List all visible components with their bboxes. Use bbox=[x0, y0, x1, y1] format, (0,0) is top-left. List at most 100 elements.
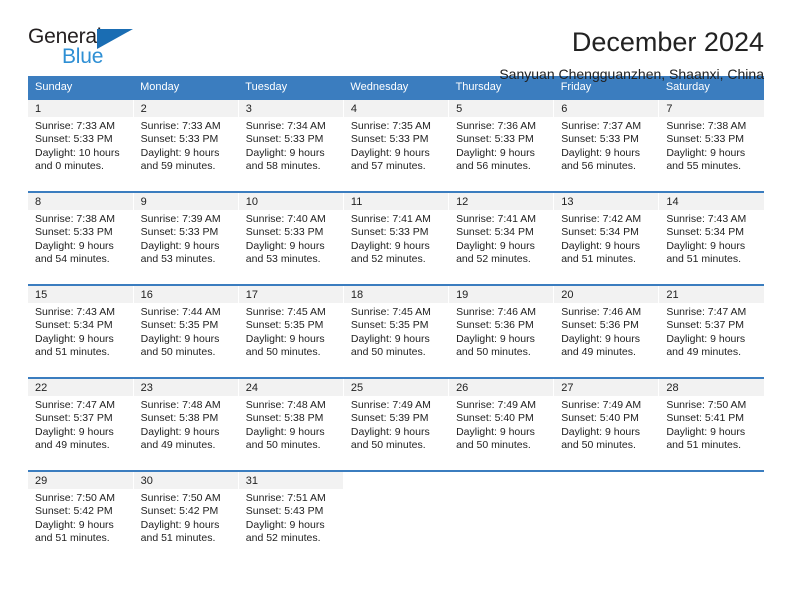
daylight-duration-line1: Daylight: 9 hours bbox=[561, 239, 640, 252]
sunset-time: Sunset: 5:39 PM bbox=[350, 412, 429, 425]
calendar-day-cell[interactable]: 12 Sunrise: 7:41 AM Sunset: 5:34 PM Dayligh… bbox=[448, 191, 555, 285]
calendar-day-cell[interactable]: 7 Sunrise: 7:38 AM Sunset: 5:33 PM Daylight… bbox=[658, 98, 764, 192]
calendar-day-cell[interactable]: 1 Sunrise: 7:33 AM Sunset: 5:33 PM Daylight… bbox=[28, 98, 134, 192]
sunrise-time: Sunrise: 7:43 AM bbox=[666, 213, 747, 225]
day-details: Sunrise: 7:46 AM Sunset: 5:36 PM Daylight:… bbox=[449, 303, 553, 360]
calendar-day-cell[interactable]: 31 Sunrise: 7:51 AM Sunset: 5:43 PM Dayligh… bbox=[238, 470, 344, 563]
sunrise-time: Sunrise: 7:36 AM bbox=[456, 120, 537, 132]
daylight-duration-line1: Daylight: 9 hours bbox=[561, 425, 640, 438]
daylight-duration-line2: and 51 minutes. bbox=[666, 439, 742, 452]
calendar-day-cell[interactable]: 14 Sunrise: 7:43 AM Sunset: 5:34 PM Dayligh… bbox=[658, 191, 764, 285]
day-details: Sunrise: 7:41 AM Sunset: 5:34 PM Daylight:… bbox=[449, 210, 553, 267]
daylight-duration-line1: Daylight: 9 hours bbox=[456, 146, 535, 159]
sunrise-time: Sunrise: 7:46 AM bbox=[456, 306, 537, 318]
calendar-day-cell[interactable]: 23 Sunrise: 7:48 AM Sunset: 5:38 PM Dayligh… bbox=[133, 377, 239, 471]
calendar-day-cell[interactable]: 21 Sunrise: 7:47 AM Sunset: 5:37 PM Dayligh… bbox=[658, 284, 764, 378]
calendar-day-cell[interactable]: 11 Sunrise: 7:41 AM Sunset: 5:33 PM Dayligh… bbox=[343, 191, 450, 285]
daylight-duration-line1: Daylight: 9 hours bbox=[666, 239, 746, 252]
calendar-day-cell[interactable]: 19 Sunrise: 7:46 AM Sunset: 5:36 PM Dayligh… bbox=[448, 284, 555, 378]
sunset-time: Sunset: 5:42 PM bbox=[140, 505, 219, 518]
sunset-time: Sunset: 5:34 PM bbox=[561, 226, 639, 239]
calendar-day-cell[interactable]: 30 Sunrise: 7:50 AM Sunset: 5:42 PM Dayligh… bbox=[133, 470, 239, 563]
day-number: 24 bbox=[238, 379, 343, 396]
daylight-duration-line2: and 49 minutes. bbox=[140, 439, 216, 452]
calendar-day-cell[interactable]: 6 Sunrise: 7:37 AM Sunset: 5:33 PM Daylight… bbox=[553, 98, 660, 192]
calendar-week-row: 15 Sunrise: 7:43 AM Sunset: 5:34 PM Dayligh… bbox=[28, 284, 764, 378]
day-details: Sunrise: 7:36 AM Sunset: 5:33 PM Daylight:… bbox=[449, 117, 553, 174]
sunset-time: Sunset: 5:35 PM bbox=[140, 319, 219, 332]
day-details: Sunrise: 7:42 AM Sunset: 5:34 PM Daylight:… bbox=[554, 210, 658, 267]
daylight-duration-line1: Daylight: 9 hours bbox=[245, 239, 325, 252]
day-details: Sunrise: 7:46 AM Sunset: 5:36 PM Daylight:… bbox=[554, 303, 658, 360]
calendar-day-cell[interactable]: 25 Sunrise: 7:49 AM Sunset: 5:39 PM Dayligh… bbox=[343, 377, 450, 471]
day-number: 26 bbox=[449, 379, 554, 396]
calendar-day-cell[interactable]: 2 Sunrise: 7:33 AM Sunset: 5:33 PM Daylight… bbox=[133, 98, 239, 192]
sunset-time: Sunset: 5:33 PM bbox=[35, 226, 113, 239]
day-number: 5 bbox=[449, 100, 554, 117]
day-details bbox=[659, 489, 764, 492]
calendar-cell-empty bbox=[658, 470, 764, 563]
day-details: Sunrise: 7:33 AM Sunset: 5:33 PM Daylight:… bbox=[28, 117, 133, 174]
calendar-day-cell[interactable]: 18 Sunrise: 7:45 AM Sunset: 5:35 PM Dayligh… bbox=[343, 284, 450, 378]
calendar-day-cell[interactable]: 27 Sunrise: 7:49 AM Sunset: 5:40 PM Dayligh… bbox=[553, 377, 660, 471]
daylight-duration-line1: Daylight: 9 hours bbox=[35, 332, 114, 345]
day-details: Sunrise: 7:50 AM Sunset: 5:42 PM Daylight:… bbox=[134, 489, 238, 546]
day-number: 13 bbox=[554, 193, 659, 210]
daylight-duration-line1: Daylight: 9 hours bbox=[666, 146, 746, 159]
calendar-day-cell[interactable]: 5 Sunrise: 7:36 AM Sunset: 5:33 PM Daylight… bbox=[448, 98, 555, 192]
daylight-duration-line1: Daylight: 9 hours bbox=[140, 146, 220, 159]
day-number: 7 bbox=[659, 100, 764, 117]
sunset-time: Sunset: 5:33 PM bbox=[245, 226, 324, 239]
sunset-time: Sunset: 5:43 PM bbox=[245, 505, 324, 518]
daylight-duration-line2: and 56 minutes. bbox=[561, 160, 636, 173]
day-number bbox=[449, 472, 553, 489]
calendar-day-cell[interactable]: 17 Sunrise: 7:45 AM Sunset: 5:35 PM Dayligh… bbox=[238, 284, 344, 378]
sunset-time: Sunset: 5:36 PM bbox=[456, 319, 534, 332]
calendar-day-cell[interactable]: 10 Sunrise: 7:40 AM Sunset: 5:33 PM Dayligh… bbox=[238, 191, 344, 285]
calendar-day-cell[interactable]: 28 Sunrise: 7:50 AM Sunset: 5:41 PM Dayligh… bbox=[658, 377, 764, 471]
calendar-page: General Blue December 2024 Sanyuan Cheng… bbox=[0, 0, 792, 612]
day-details: Sunrise: 7:45 AM Sunset: 5:35 PM Daylight:… bbox=[239, 303, 343, 360]
sunrise-sunset-calendar: Sunday Monday Tuesday Wednesday Thursday… bbox=[28, 76, 764, 563]
calendar-day-cell[interactable]: 20 Sunrise: 7:46 AM Sunset: 5:36 PM Dayligh… bbox=[553, 284, 660, 378]
calendar-day-cell[interactable]: 16 Sunrise: 7:44 AM Sunset: 5:35 PM Dayligh… bbox=[133, 284, 239, 378]
day-number: 6 bbox=[554, 100, 659, 117]
calendar-day-cell[interactable]: 29 Sunrise: 7:50 AM Sunset: 5:42 PM Dayligh… bbox=[28, 470, 134, 563]
day-details: Sunrise: 7:47 AM Sunset: 5:37 PM Daylight:… bbox=[28, 396, 133, 453]
sunset-time: Sunset: 5:34 PM bbox=[666, 226, 744, 239]
day-details: Sunrise: 7:35 AM Sunset: 5:33 PM Daylight:… bbox=[344, 117, 448, 174]
day-details: Sunrise: 7:39 AM Sunset: 5:33 PM Daylight:… bbox=[134, 210, 238, 267]
day-details: Sunrise: 7:33 AM Sunset: 5:33 PM Daylight:… bbox=[134, 117, 238, 174]
daylight-duration-line2: and 52 minutes. bbox=[456, 253, 531, 266]
calendar-day-cell[interactable]: 4 Sunrise: 7:35 AM Sunset: 5:33 PM Daylight… bbox=[343, 98, 450, 192]
daylight-duration-line1: Daylight: 9 hours bbox=[245, 332, 325, 345]
day-number: 29 bbox=[28, 472, 133, 489]
daylight-duration-line1: Daylight: 9 hours bbox=[456, 425, 535, 438]
calendar-day-cell[interactable]: 26 Sunrise: 7:49 AM Sunset: 5:40 PM Dayligh… bbox=[448, 377, 555, 471]
sunrise-time: Sunrise: 7:40 AM bbox=[245, 213, 326, 225]
day-number bbox=[554, 472, 658, 489]
sunset-time: Sunset: 5:41 PM bbox=[666, 412, 744, 425]
calendar-day-cell[interactable]: 8 Sunrise: 7:38 AM Sunset: 5:33 PM Daylight… bbox=[28, 191, 134, 285]
sunset-time: Sunset: 5:35 PM bbox=[245, 319, 324, 332]
daylight-duration-line1: Daylight: 9 hours bbox=[456, 332, 535, 345]
logo-text-blue: Blue bbox=[62, 45, 104, 68]
calendar-day-cell[interactable]: 9 Sunrise: 7:39 AM Sunset: 5:33 PM Daylight… bbox=[133, 191, 239, 285]
calendar-week-row: 8 Sunrise: 7:38 AM Sunset: 5:33 PM Daylight… bbox=[28, 191, 764, 285]
day-number bbox=[659, 472, 764, 489]
daylight-duration-line2: and 59 minutes. bbox=[140, 160, 216, 173]
day-details: Sunrise: 7:43 AM Sunset: 5:34 PM Daylight:… bbox=[28, 303, 133, 360]
calendar-day-cell[interactable]: 3 Sunrise: 7:34 AM Sunset: 5:33 PM Daylight… bbox=[238, 98, 344, 192]
calendar-day-cell[interactable]: 13 Sunrise: 7:42 AM Sunset: 5:34 PM Dayligh… bbox=[553, 191, 660, 285]
generalblue-logo[interactable]: General Blue bbox=[28, 26, 153, 74]
calendar-day-cell[interactable]: 22 Sunrise: 7:47 AM Sunset: 5:37 PM Dayligh… bbox=[28, 377, 134, 471]
sunset-time: Sunset: 5:38 PM bbox=[140, 412, 219, 425]
daylight-duration-line2: and 54 minutes. bbox=[35, 253, 110, 266]
sunrise-time: Sunrise: 7:50 AM bbox=[666, 399, 747, 411]
daylight-duration-line2: and 49 minutes. bbox=[35, 439, 110, 452]
sunrise-time: Sunrise: 7:35 AM bbox=[350, 120, 431, 132]
calendar-day-cell[interactable]: 24 Sunrise: 7:48 AM Sunset: 5:38 PM Dayligh… bbox=[238, 377, 344, 471]
daylight-duration-line2: and 50 minutes. bbox=[140, 346, 216, 359]
calendar-day-cell[interactable]: 15 Sunrise: 7:43 AM Sunset: 5:34 PM Dayligh… bbox=[28, 284, 134, 378]
sunrise-time: Sunrise: 7:39 AM bbox=[140, 213, 221, 225]
